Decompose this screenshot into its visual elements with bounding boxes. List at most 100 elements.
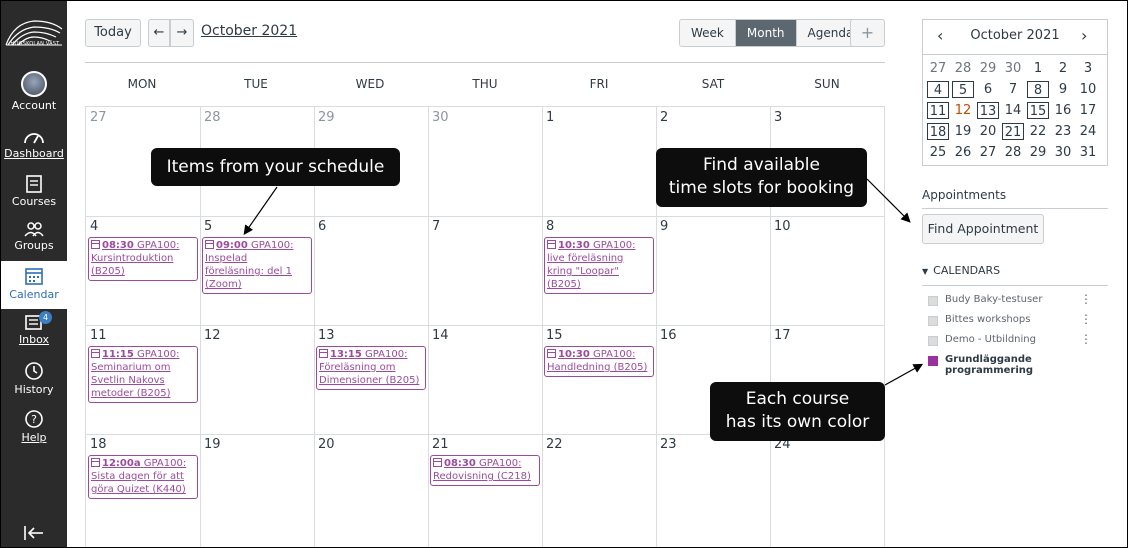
day-cell[interactable]: 18 12:00a GPA100: Sista dagen för att gö… xyxy=(86,434,201,547)
day-cell[interactable]: 21 08:30 GPA100: Redovisning (C218) xyxy=(428,434,543,547)
day-number: 5 xyxy=(204,219,213,234)
event-time: 13:15 xyxy=(330,349,362,360)
dashboard-icon xyxy=(24,133,44,144)
mini-day[interactable]: 10 xyxy=(1077,81,1099,98)
day-cell[interactable]: 15 10:30 GPA100: Handledning (B205) xyxy=(542,325,657,435)
calendars-heading[interactable]: ▼ CALENDARS xyxy=(922,264,1000,277)
find-appointment-button[interactable]: Find Appointment xyxy=(922,214,1044,244)
day-cell[interactable]: 6 xyxy=(314,216,429,326)
day-cell[interactable]: 22 xyxy=(542,434,657,547)
day-number: 17 xyxy=(774,328,791,343)
next-month-button[interactable]: → xyxy=(170,19,194,47)
nav-history[interactable]: History xyxy=(1,361,67,396)
today-button[interactable]: Today xyxy=(85,19,141,47)
mini-day-with-event[interactable]: 21 xyxy=(1002,123,1024,140)
mini-day-today[interactable]: 12 xyxy=(952,102,974,119)
mini-day[interactable]: 22 xyxy=(1027,123,1049,140)
mini-day[interactable]: 16 xyxy=(1052,102,1074,119)
mini-day-with-event[interactable]: 5 xyxy=(952,81,974,98)
event-calendar-icon xyxy=(205,240,214,249)
calendar-color-swatch[interactable] xyxy=(928,296,938,306)
calendar-color-swatch[interactable] xyxy=(928,336,938,346)
day-cell[interactable]: 20 xyxy=(314,434,429,547)
nav-inbox[interactable]: 4 Inbox xyxy=(1,311,67,346)
day-cell[interactable]: 9 xyxy=(656,216,771,326)
mini-day[interactable]: 20 xyxy=(977,123,999,140)
day-cell[interactable]: 4 08:30 GPA100: Kursintroduktion (B205) xyxy=(86,216,201,326)
mini-day-with-event[interactable]: 13 xyxy=(977,102,999,119)
day-cell[interactable]: 30 xyxy=(428,107,543,217)
nav-groups[interactable]: Groups xyxy=(1,221,67,252)
day-cell[interactable]: 14 xyxy=(428,325,543,435)
more-options-icon[interactable]: ⋮ xyxy=(1080,312,1092,326)
view-week-button[interactable]: Week xyxy=(680,20,736,46)
mini-day[interactable]: 26 xyxy=(952,144,974,161)
nav-calendar[interactable]: Calendar xyxy=(1,261,67,309)
day-cell[interactable]: 11 11:15 GPA100: Seminarium om Svetlin N… xyxy=(86,325,201,435)
mini-day[interactable]: 2 xyxy=(1052,60,1074,77)
day-cell[interactable]: 5 09:00 GPA100: Inspelad föreläsning: de… xyxy=(200,216,315,326)
previous-month-button[interactable]: ← xyxy=(148,19,170,47)
day-cell[interactable]: 10 xyxy=(770,216,885,326)
mini-day[interactable]: 29 xyxy=(977,60,999,77)
collapse-left-icon[interactable] xyxy=(23,525,45,541)
day-cell[interactable]: 8 10:30 GPA100: live föreläsning kring "… xyxy=(542,216,657,326)
mini-day[interactable]: 25 xyxy=(927,144,949,161)
mini-day-with-event[interactable]: 18 xyxy=(927,123,949,140)
day-cell[interactable]: 12 xyxy=(200,325,315,435)
mini-day[interactable]: 30 xyxy=(1002,60,1024,77)
day-cell[interactable]: 7 xyxy=(428,216,543,326)
nav-history-label: History xyxy=(14,383,54,396)
mini-day[interactable]: 1 xyxy=(1027,60,1049,77)
day-cell[interactable]: 19 xyxy=(200,434,315,547)
day-cell[interactable]: 13 13:15 GPA100: Föreläsning om Dimensio… xyxy=(314,325,429,435)
day-cell[interactable]: 24 xyxy=(770,434,885,547)
mini-day-with-event[interactable]: 8 xyxy=(1027,81,1049,98)
mini-day[interactable]: 19 xyxy=(952,123,974,140)
mini-day[interactable]: 7 xyxy=(1002,81,1024,98)
mini-day[interactable]: 28 xyxy=(1002,144,1024,161)
nav-account[interactable]: Account xyxy=(1,71,67,112)
nav-inbox-label: Inbox xyxy=(18,333,50,346)
calendar-event[interactable]: 11:15 GPA100: Seminarium om Svetlin Nako… xyxy=(88,346,198,403)
more-options-icon[interactable]: ⋮ xyxy=(1080,332,1092,346)
calendar-event[interactable]: 10:30 GPA100: live föreläsning kring "Lo… xyxy=(544,237,654,294)
nav-courses[interactable]: Courses xyxy=(1,175,67,208)
more-options-icon[interactable]: ⋮ xyxy=(1080,292,1092,306)
day-cell[interactable]: 1 xyxy=(542,107,657,217)
mini-day[interactable]: 31 xyxy=(1077,144,1099,161)
calendar-event[interactable]: 12:00a GPA100: Sista dagen för att göra … xyxy=(88,455,198,499)
nav-help[interactable]: ? Help xyxy=(1,409,67,444)
mini-next-icon[interactable]: › xyxy=(1081,26,1087,45)
nav-dashboard[interactable]: Dashboard xyxy=(1,129,67,160)
mini-day[interactable]: 27 xyxy=(977,144,999,161)
calendar-color-swatch[interactable] xyxy=(928,356,938,366)
calendar-event[interactable]: 10:30 GPA100: Handledning (B205) xyxy=(544,346,654,377)
calendar-event[interactable]: 08:30 GPA100: Redovisning (C218) xyxy=(430,455,540,486)
mini-day[interactable]: 24 xyxy=(1077,123,1099,140)
mini-day-with-event[interactable]: 11 xyxy=(927,102,949,119)
mini-day[interactable]: 27 xyxy=(927,60,949,77)
mini-day[interactable]: 6 xyxy=(977,81,999,98)
calendar-event[interactable]: 09:00 GPA100: Inspelad föreläsning: del … xyxy=(202,237,312,294)
callout-booking: Find available time slots for booking xyxy=(656,148,867,207)
calendar-event[interactable]: 08:30 GPA100: Kursintroduktion (B205) xyxy=(88,237,198,281)
mini-day[interactable]: 29 xyxy=(1027,144,1049,161)
view-month-button[interactable]: Month xyxy=(735,20,797,46)
nav-help-label: Help xyxy=(21,431,47,444)
mini-day[interactable]: 28 xyxy=(952,60,974,77)
avatar xyxy=(21,71,47,97)
mini-day[interactable]: 14 xyxy=(1002,102,1024,119)
mini-day[interactable]: 30 xyxy=(1052,144,1074,161)
mini-day-with-event[interactable]: 15 xyxy=(1027,102,1049,119)
mini-day[interactable]: 17 xyxy=(1077,102,1099,119)
mini-day-with-event[interactable]: 4 xyxy=(927,81,949,98)
mini-day[interactable]: 23 xyxy=(1052,123,1074,140)
create-event-button[interactable]: + xyxy=(850,19,885,47)
calendar-event[interactable]: 13:15 GPA100: Föreläsning om Dimensioner… xyxy=(316,346,426,390)
day-cell[interactable]: 23 xyxy=(656,434,771,547)
mini-day[interactable]: 9 xyxy=(1052,81,1074,98)
mini-day[interactable]: 3 xyxy=(1077,60,1099,77)
calendar-title[interactable]: October 2021 xyxy=(201,23,297,39)
calendar-color-swatch[interactable] xyxy=(928,316,938,326)
